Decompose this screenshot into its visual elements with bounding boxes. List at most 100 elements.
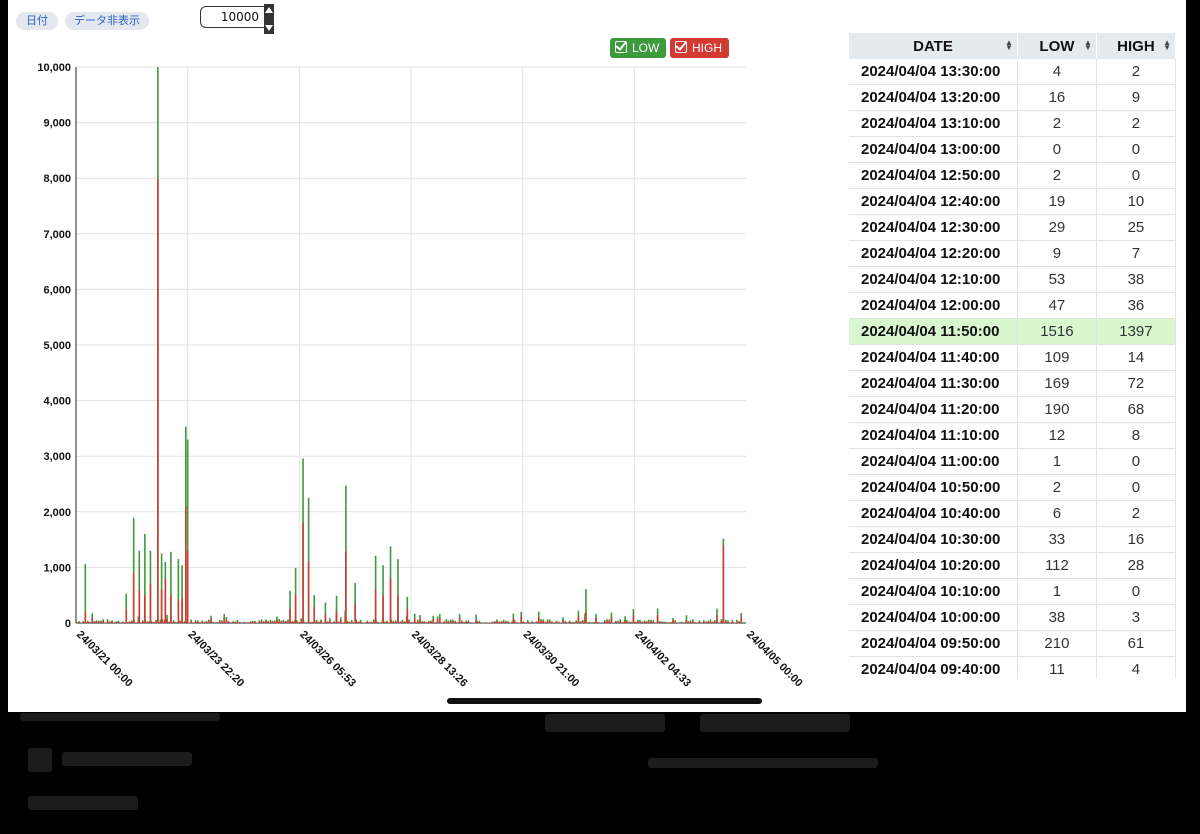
- table-row[interactable]: 2024/04/04 12:40:00 19 10: [849, 188, 1176, 215]
- high-bar: [714, 621, 716, 623]
- high-bar: [153, 622, 155, 623]
- high-bar: [425, 622, 428, 623]
- high-bar: [619, 620, 621, 623]
- high-bar: [318, 622, 320, 623]
- table-row[interactable]: 2024/04/04 10:10:00 1 0: [849, 578, 1176, 605]
- high-bar: [345, 550, 347, 623]
- high-bar: [685, 619, 688, 623]
- date-column-header[interactable]: DATE ▲ ▼: [849, 33, 1018, 59]
- y-tick-label: 10,000: [37, 62, 71, 74]
- high-bar: [269, 621, 272, 623]
- background-button: [545, 714, 665, 732]
- high-bar: [289, 609, 291, 623]
- y-tick-label: 9,000: [43, 118, 71, 130]
- table-row[interactable]: 2024/04/04 10:00:00 38 3: [849, 604, 1176, 631]
- low-cell: 16: [1017, 84, 1097, 111]
- table-row[interactable]: 2024/04/04 10:20:00 112 28: [849, 552, 1176, 579]
- high-bar: [337, 622, 340, 623]
- home-indicator[interactable]: [447, 698, 762, 704]
- high-bar: [166, 618, 168, 623]
- high-bar: [615, 621, 617, 623]
- high-bar: [282, 621, 285, 623]
- table-row[interactable]: 2024/04/04 10:40:00 6 2: [849, 500, 1176, 527]
- high-bar: [463, 622, 465, 623]
- high-bar: [389, 578, 392, 623]
- high-bar: [630, 622, 632, 623]
- high-bar: [447, 621, 450, 623]
- high-cell: 14: [1096, 344, 1176, 371]
- date-cell: 2024/04/04 11:50:00: [849, 318, 1018, 345]
- high-cell: 36: [1096, 292, 1176, 319]
- table-row[interactable]: 2024/04/04 12:00:00 47 36: [849, 292, 1176, 319]
- high-bar: [199, 622, 201, 623]
- high-bar: [588, 622, 591, 623]
- data-table-container[interactable]: DATE ▲ ▼ LOW ▲ ▼ HIGH ▲ ▼ 2024/04/04 13:30:…: [849, 33, 1176, 678]
- high-bar: [736, 621, 738, 623]
- table-row[interactable]: 2024/04/04 11:00:00 1 0: [849, 448, 1176, 475]
- table-row[interactable]: 2024/04/04 10:50:00 2 0: [849, 474, 1176, 501]
- table-row[interactable]: 2024/04/04 12:50:00 2 0: [849, 162, 1176, 189]
- high-bar: [368, 622, 371, 623]
- high-bar: [406, 609, 409, 623]
- high-bar: [461, 621, 463, 623]
- data-table: DATE ▲ ▼ LOW ▲ ▼ HIGH ▲ ▼ 2024/04/04 13:30:…: [849, 33, 1176, 678]
- high-bar: [210, 619, 212, 623]
- high-bar: [291, 621, 294, 623]
- low-cell: 6: [1017, 500, 1097, 527]
- high-bar: [705, 622, 707, 623]
- low-cell: 29: [1017, 214, 1097, 241]
- low-column-header[interactable]: LOW ▲ ▼: [1017, 33, 1097, 59]
- high-cell: 10: [1096, 188, 1176, 215]
- high-cell: 9: [1096, 84, 1176, 111]
- table-row[interactable]: 2024/04/04 13:20:00 16 9: [849, 84, 1176, 111]
- low-cell: 0: [1017, 136, 1097, 163]
- high-bar: [731, 621, 734, 623]
- high-bar: [212, 622, 214, 623]
- low-cell: 4: [1017, 59, 1097, 85]
- high-bar: [346, 621, 349, 623]
- high-header-label: HIGH: [1117, 37, 1155, 55]
- high-bar: [439, 617, 441, 623]
- table-row[interactable]: 2024/04/04 12:20:00 9 7: [849, 240, 1176, 267]
- high-bar: [538, 616, 540, 623]
- high-bar: [168, 622, 170, 623]
- high-bar: [260, 621, 263, 623]
- table-row[interactable]: 2024/04/04 09:50:00 210 61: [849, 630, 1176, 657]
- high-bar: [648, 621, 650, 623]
- low-cell: 19: [1017, 188, 1097, 215]
- high-bar: [122, 622, 124, 623]
- table-row[interactable]: 2024/04/04 13:30:00 4 2: [849, 59, 1176, 85]
- table-row[interactable]: 2024/04/04 10:30:00 33 16: [849, 526, 1176, 553]
- table-row[interactable]: 2024/04/04 11:10:00 12 8: [849, 422, 1176, 449]
- table-row[interactable]: 2024/04/04 13:00:00 0 0: [849, 136, 1176, 163]
- high-bar: [309, 622, 311, 623]
- table-row[interactable]: 2024/04/04 11:30:00 169 72: [849, 370, 1176, 397]
- high-bar: [663, 622, 665, 623]
- high-bar: [527, 621, 529, 623]
- date-cell: 2024/04/04 11:30:00: [849, 370, 1018, 397]
- table-row[interactable]: 2024/04/04 11:40:00 109 14: [849, 344, 1176, 371]
- high-bar: [716, 615, 718, 623]
- high-bar: [711, 622, 714, 623]
- high-bar: [571, 622, 573, 623]
- high-bar: [177, 600, 180, 623]
- table-row[interactable]: 2024/04/04 11:50:00 1516 1397: [849, 318, 1176, 345]
- high-column-header[interactable]: HIGH ▲ ▼: [1096, 33, 1176, 59]
- high-bar: [82, 622, 85, 623]
- high-cell: 25: [1096, 214, 1176, 241]
- low-cell: 33: [1017, 526, 1097, 553]
- high-bar: [423, 621, 426, 623]
- table-row[interactable]: 2024/04/04 13:10:00 2 2: [849, 110, 1176, 137]
- high-bar: [243, 622, 245, 623]
- low-cell: 47: [1017, 292, 1097, 319]
- high-bar: [111, 621, 113, 623]
- high-bar: [641, 622, 643, 623]
- high-bar: [564, 621, 566, 623]
- table-row[interactable]: 2024/04/04 12:30:00 29 25: [849, 214, 1176, 241]
- table-row[interactable]: 2024/04/04 12:10:00 53 38: [849, 266, 1176, 293]
- high-cell: 28: [1096, 552, 1176, 579]
- table-row[interactable]: 2024/04/04 09:40:00 11 4: [849, 656, 1176, 678]
- high-bar: [373, 620, 375, 623]
- high-bar: [366, 621, 368, 623]
- table-row[interactable]: 2024/04/04 11:20:00 190 68: [849, 396, 1176, 423]
